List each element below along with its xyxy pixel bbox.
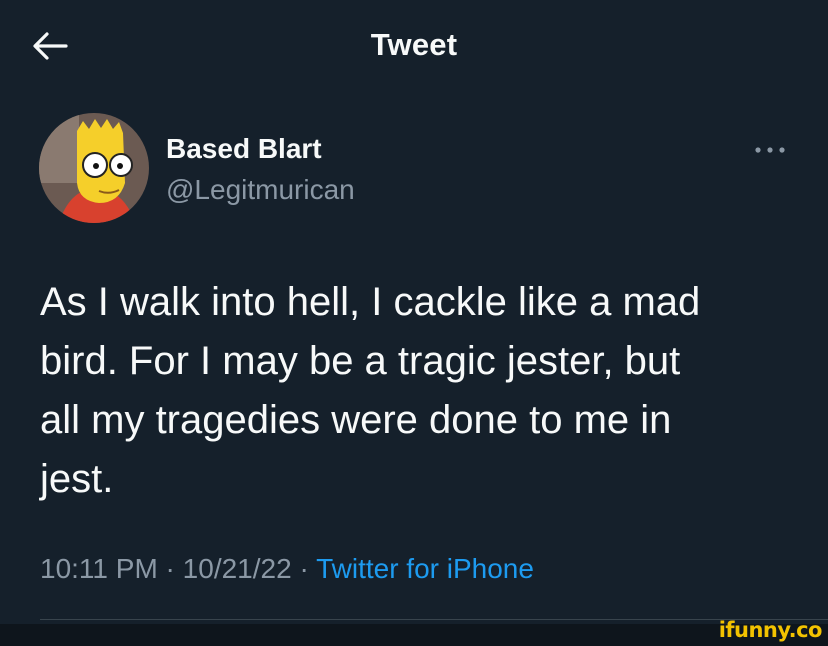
meta-separator: ·	[291, 553, 317, 584]
more-dots-icon	[755, 147, 785, 153]
tweet-text: As I walk into hell, I cackle like a mad…	[40, 280, 701, 501]
user-name[interactable]: Based Blart	[166, 133, 322, 165]
watermark-logo: ifunny.co	[718, 618, 823, 642]
tweet-metadata: 10:11 PM · 10/21/22 · Twitter for iPhone	[40, 553, 534, 585]
tweet-source-link[interactable]: Twitter for iPhone	[316, 553, 534, 584]
more-button[interactable]	[748, 137, 792, 163]
header: Tweet	[0, 0, 828, 90]
avatar[interactable]	[39, 113, 149, 223]
footer-bar	[0, 624, 828, 646]
user-handle[interactable]: @Legitmurican	[166, 174, 355, 206]
avatar-image	[39, 113, 149, 223]
tweet-time: 10:11 PM	[40, 553, 158, 584]
tweet-page: Tweet Based Blart @Legitmurican As I wal…	[0, 0, 828, 646]
page-title: Tweet	[370, 27, 458, 62]
tweet-date: 10/21/22	[182, 553, 292, 584]
divider	[40, 619, 828, 620]
meta-separator: ·	[157, 553, 183, 584]
